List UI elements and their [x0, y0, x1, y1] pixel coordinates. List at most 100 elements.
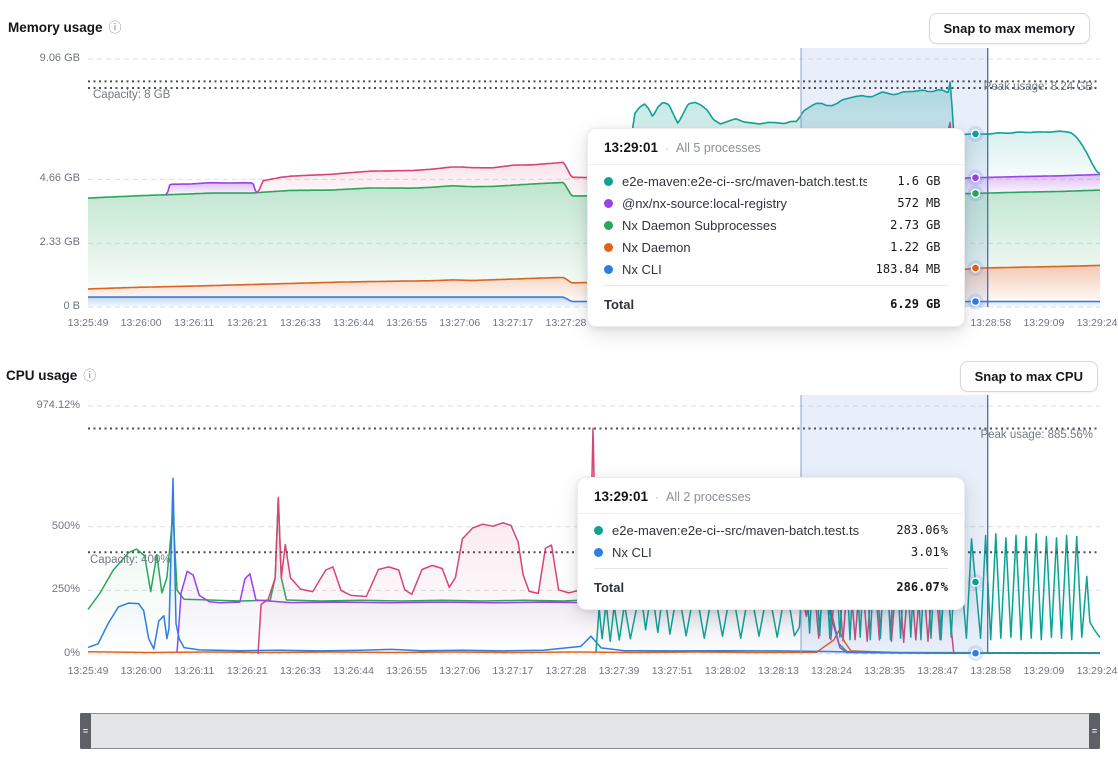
tooltip-separator: · — [655, 490, 659, 504]
x-axis-tick-label: 13:27:39 — [599, 665, 640, 677]
tooltip-total-row: Total 286.07 % — [594, 568, 948, 597]
tooltip-row: Nx CLI3.01% — [594, 541, 948, 563]
y-axis-tick-label: 250% — [0, 583, 80, 595]
x-axis-tick-label: 13:26:11 — [174, 317, 214, 329]
x-axis-tick-label: 13:27:17 — [492, 665, 533, 677]
series-dot-icon — [604, 177, 613, 186]
y-axis-tick-label: 974.12% — [0, 399, 80, 411]
process-value: 1.22 — [867, 240, 919, 254]
hover-point-dot — [972, 130, 980, 138]
process-unit: GB — [926, 174, 948, 188]
process-value: 1.6 — [867, 174, 919, 188]
memory-usage-section: Memory usage ⓘ Snap to max memory 9.06 G… — [0, 0, 1118, 348]
tooltip-time: 13:29:01 — [604, 140, 658, 155]
snap-to-max-memory-button[interactable]: Snap to max memory — [929, 13, 1091, 44]
x-axis-tick-label: 13:28:58 — [970, 317, 1011, 329]
tooltip-row: @nx/nx-source:local-registry572MB — [604, 192, 948, 214]
hover-point-dot — [972, 578, 980, 586]
memory-info-icon[interactable]: ⓘ — [109, 21, 122, 34]
x-axis-tick-label: 13:27:28 — [546, 317, 587, 329]
x-axis-tick-label: 13:26:21 — [227, 665, 268, 677]
x-axis-tick-label: 13:27:51 — [652, 665, 693, 677]
tooltip-total-unit: % — [941, 580, 948, 594]
tooltip-subtitle: All 5 processes — [676, 141, 761, 155]
x-axis-tick-label: 13:26:55 — [386, 665, 427, 677]
memory-peak-label: Peak usage: 8.24 GB — [984, 81, 1093, 93]
cpu-section-header: CPU usage ⓘ — [6, 368, 96, 383]
tooltip-row: Nx Daemon1.22GB — [604, 236, 948, 258]
process-value: 3.01 — [888, 545, 940, 559]
x-axis-tick-label: 13:28:58 — [970, 665, 1011, 677]
process-value: 183.84 — [867, 262, 919, 276]
tooltip-row: Nx CLI183.84 MB — [604, 258, 948, 280]
tooltip-time: 13:29:01 — [594, 489, 648, 504]
series-dot-icon — [594, 526, 603, 535]
x-axis-tick-label: 13:28:02 — [705, 665, 746, 677]
x-axis-tick-label: 13:26:44 — [333, 317, 374, 329]
x-axis-tick-label: 13:26:55 — [386, 317, 427, 329]
tooltip-separator: · — [665, 141, 669, 155]
tooltip-header: 13:29:01 · All 2 processes — [578, 478, 964, 514]
tooltip-row: Nx Daemon Subprocesses2.73 GB — [604, 214, 948, 236]
x-axis-tick-label: 13:27:06 — [439, 665, 480, 677]
x-axis-tick-label: 13:27:17 — [492, 317, 533, 329]
x-axis-tick-label: 13:28:35 — [864, 665, 905, 677]
tooltip-subtitle: All 2 processes — [666, 490, 751, 504]
process-value: 283.06 — [888, 523, 940, 537]
x-axis-tick-label: 13:26:33 — [280, 317, 321, 329]
y-axis-tick-label: 0% — [0, 647, 80, 659]
x-axis-tick-label: 13:26:33 — [280, 665, 321, 677]
x-axis-tick-label: 13:29:09 — [1023, 665, 1064, 677]
tooltip-total-value: 6.29 — [867, 297, 919, 311]
snap-to-max-cpu-button[interactable]: Snap to max CPU — [960, 361, 1098, 392]
y-axis-tick-label: 0 B — [0, 300, 80, 312]
time-range-selector[interactable]: = = — [80, 713, 1100, 749]
tooltip-total-value: 286.07 — [888, 580, 940, 594]
hover-point-dot — [972, 174, 980, 182]
x-axis-tick-label: 13:25:49 — [68, 665, 109, 677]
process-label: Nx Daemon Subprocesses — [622, 218, 867, 233]
process-label: e2e-maven:e2e-ci--src/maven-batch.test.t… — [612, 523, 888, 538]
y-axis-tick-label: 4.66 GB — [0, 172, 80, 184]
x-axis-tick-label: 13:28:13 — [758, 665, 799, 677]
x-axis-tick-label: 13:26:00 — [121, 317, 162, 329]
process-label: Nx CLI — [622, 262, 867, 277]
process-value: 2.73 — [867, 218, 919, 232]
memory-tooltip: 13:29:01 · All 5 processes e2e-maven:e2e… — [587, 128, 965, 327]
process-unit: GB — [926, 218, 948, 232]
process-unit: MB — [926, 262, 948, 276]
process-unit: GB — [926, 240, 948, 254]
series-dot-icon — [604, 243, 613, 252]
hover-point-dot — [972, 264, 980, 272]
series-dot-icon — [594, 548, 603, 557]
y-axis-tick-label: 9.06 GB — [0, 52, 80, 64]
tooltip-row: e2e-maven:e2e-ci--src/maven-batch.test.t… — [604, 170, 948, 192]
hover-point-dot — [972, 649, 980, 657]
y-axis-tick-label: 2.33 GB — [0, 236, 80, 248]
tooltip-header: 13:29:01 · All 5 processes — [588, 129, 964, 165]
x-axis-tick-label: 13:26:21 — [227, 317, 268, 329]
cpu-peak-label: Peak usage: 885.56% — [980, 429, 1093, 441]
cpu-chart-title: CPU usage — [6, 368, 77, 383]
memory-y-axis: 9.06 GB 4.66 GB 2.33 GB 0 B — [0, 40, 80, 320]
x-axis-tick-label: 13:27:28 — [546, 665, 587, 677]
memory-section-header: Memory usage ⓘ — [8, 20, 122, 35]
range-handle-right[interactable]: = — [1089, 713, 1100, 749]
tooltip-total-label: Total — [604, 297, 867, 312]
cpu-usage-section: CPU usage ⓘ Snap to max CPU 974.12%500%2… — [0, 348, 1118, 704]
range-handle-left[interactable]: = — [80, 713, 91, 749]
x-axis-tick-label: 13:28:24 — [811, 665, 852, 677]
cpu-info-icon[interactable]: ⓘ — [83, 369, 96, 382]
process-unit: % — [941, 523, 948, 537]
x-axis-tick-label: 13:27:06 — [439, 317, 480, 329]
process-label: @nx/nx-source:local-registry — [622, 196, 867, 211]
cpu-capacity-label: Capacity: 400% — [90, 554, 171, 566]
x-axis-tick-label: 13:26:00 — [121, 665, 162, 677]
tooltip-total-row: Total 6.29 GB — [604, 285, 948, 314]
cpu-x-axis: 13:25:4913:26:0013:26:1113:26:2113:26:33… — [0, 665, 1118, 679]
process-label: e2e-maven:e2e-ci--src/maven-batch.test.t… — [622, 174, 867, 189]
x-axis-tick-label: 13:25:49 — [68, 317, 109, 329]
x-axis-tick-label: 13:29:09 — [1023, 317, 1064, 329]
process-label: Nx CLI — [612, 545, 888, 560]
hover-point-dot — [972, 189, 980, 197]
